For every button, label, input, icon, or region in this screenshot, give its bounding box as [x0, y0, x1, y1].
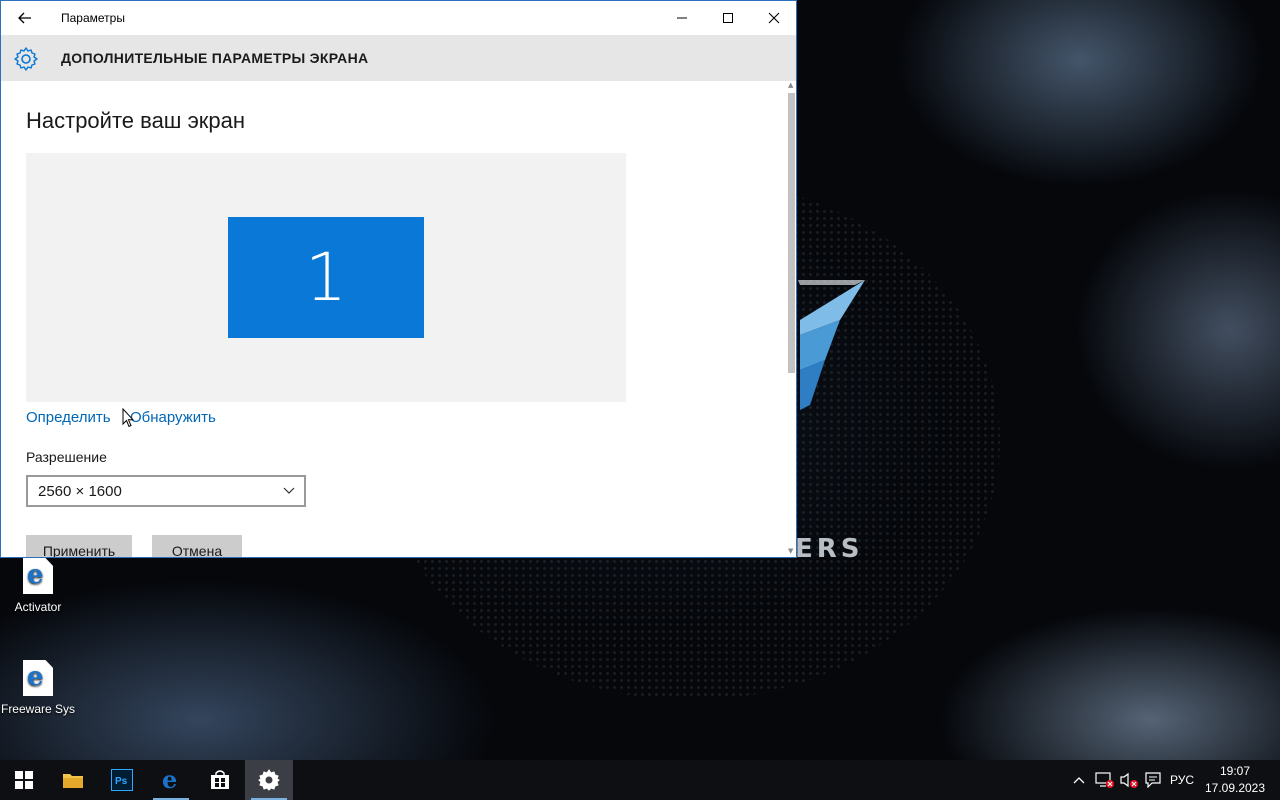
maximize-icon: [723, 13, 733, 23]
start-button[interactable]: [0, 760, 48, 800]
minimize-icon: [677, 17, 687, 19]
back-button[interactable]: [11, 7, 39, 29]
notification-icon: [1145, 772, 1161, 788]
edge-document-icon: e: [23, 558, 53, 594]
language-indicator[interactable]: РУС: [1165, 760, 1199, 800]
apply-button[interactable]: Применить: [26, 535, 132, 557]
action-center-button[interactable]: [1141, 760, 1165, 800]
store-bag-icon: [211, 770, 229, 789]
wallpaper-text: ERS: [795, 534, 864, 564]
edge-document-icon: e: [23, 660, 53, 696]
scroll-thumb[interactable]: [788, 93, 795, 373]
minimize-button[interactable]: [659, 1, 705, 35]
cancel-button[interactable]: Отмена: [152, 535, 242, 557]
scroll-up-arrow-icon[interactable]: ▲: [788, 81, 793, 89]
folder-icon: [63, 774, 83, 788]
svg-text:Ps: Ps: [115, 776, 128, 787]
arrow-left-icon: [18, 12, 31, 24]
desktop-icon-label: Freeware Sys: [0, 702, 76, 716]
page-header: ДОПОЛНИТЕЛЬНЫЕ ПАРАМЕТРЫ ЭКРАНА: [1, 35, 796, 81]
settings-content: Настройте ваш экран 1 Определить Обнаруж…: [1, 81, 785, 557]
chevron-down-icon: [283, 487, 295, 494]
page-header-title: ДОПОЛНИТЕЛЬНЫЕ ПАРАМЕТРЫ ЭКРАНА: [61, 50, 369, 66]
clock-time: 19:07: [1219, 764, 1251, 778]
chevron-up-icon: [1073, 777, 1085, 784]
settings-window: Параметры ДОПОЛНИТЕЛЬНЫЕ ПАРАМЕТРЫ ЭКРАН…: [0, 0, 797, 558]
taskbar-edge[interactable]: e: [147, 760, 195, 800]
resolution-value: 2560 × 1600: [38, 483, 122, 500]
network-status-button[interactable]: [1093, 760, 1117, 800]
desktop-icon-activator[interactable]: e Activator: [0, 558, 76, 614]
clock-date: 17.09.2023: [1204, 781, 1266, 795]
vertical-scrollbar[interactable]: ▲ ▼: [785, 81, 796, 557]
taskbar-store[interactable]: [196, 760, 244, 800]
gear-icon: [14, 47, 38, 71]
speaker-muted-icon: [1120, 772, 1138, 788]
taskbar-settings[interactable]: [245, 760, 293, 800]
maximize-button[interactable]: [705, 1, 751, 35]
display-arrangement-area: 1: [26, 153, 626, 402]
gear-icon: [258, 769, 280, 791]
monitor-number: 1: [305, 238, 347, 316]
desktop-icon-freeware-sys[interactable]: e Freeware Sys: [0, 660, 76, 716]
resolution-label: Разрешение: [26, 449, 107, 465]
network-disconnected-icon: [1095, 772, 1114, 788]
scroll-down-arrow-icon[interactable]: ▼: [788, 547, 793, 555]
window-title: Параметры: [61, 11, 125, 25]
detect-link[interactable]: Обнаружить: [130, 409, 216, 426]
photoshop-icon: Ps: [111, 769, 133, 791]
close-button[interactable]: [751, 1, 796, 35]
taskbar-photoshop[interactable]: Ps: [98, 760, 146, 800]
show-hidden-icons-button[interactable]: [1068, 760, 1090, 800]
close-icon: [768, 12, 780, 24]
mouse-cursor-icon: [122, 408, 134, 428]
resolution-dropdown[interactable]: 2560 × 1600: [26, 475, 306, 507]
windows-logo-icon: [15, 771, 33, 789]
monitor-1-tile[interactable]: 1: [228, 217, 424, 338]
taskbar-clock[interactable]: 19:07 17.09.2023: [1200, 763, 1270, 797]
svg-text:e: e: [162, 769, 177, 791]
page-title: Настройте ваш экран: [26, 108, 246, 133]
edge-icon: e: [162, 769, 177, 791]
identify-link[interactable]: Определить: [26, 409, 111, 426]
taskbar: Ps e РУС 19:07 17.09.2023: [0, 760, 1280, 800]
title-bar[interactable]: Параметры: [1, 1, 796, 35]
taskbar-file-explorer[interactable]: [49, 760, 97, 800]
desktop-icon-label: Activator: [14, 600, 62, 614]
volume-button[interactable]: [1117, 760, 1141, 800]
